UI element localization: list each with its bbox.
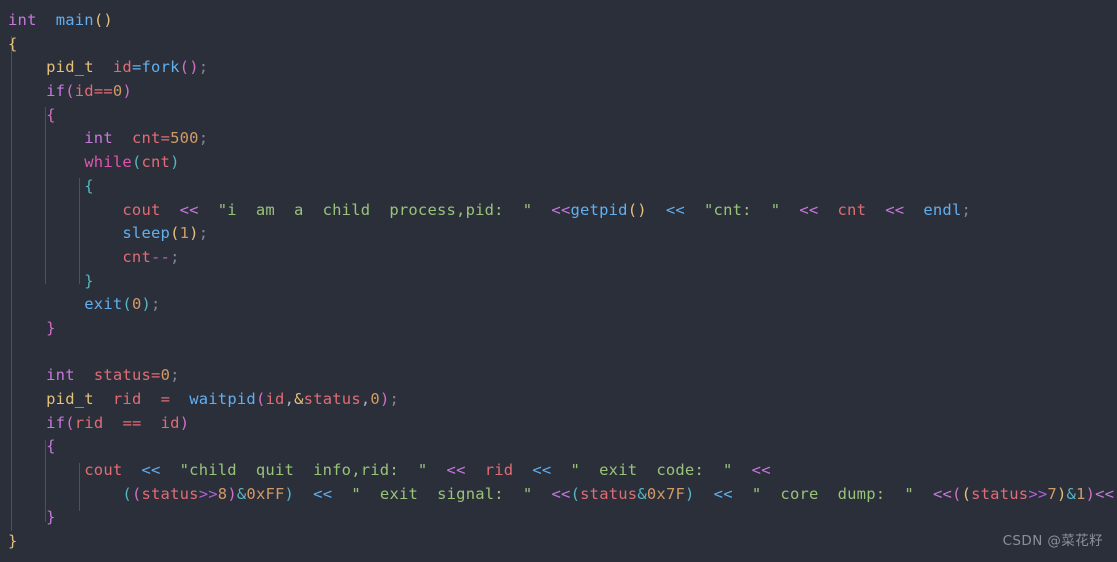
- code-line-19: {: [46, 437, 56, 456]
- code-editor[interactable]: int main() { pid_t id=fork(); if(id==0) …: [0, 0, 1117, 562]
- code-line-16: int status=0;: [46, 366, 180, 385]
- code-line-10: sleep(1);: [122, 224, 209, 243]
- code-line-8: {: [84, 176, 94, 195]
- code-line-6: int cnt=500;: [84, 129, 209, 148]
- code-content[interactable]: int main() { pid_t id=fork(); if(id==0) …: [0, 0, 1117, 554]
- code-line-7: while(cnt): [84, 153, 180, 172]
- code-line-21: ((status>>8)&0xFF) << " exit signal: " <…: [122, 484, 1115, 503]
- code-line-13: exit(0);: [84, 295, 161, 314]
- code-line-17: pid_t rid = waitpid(id,&status,0);: [46, 390, 400, 408]
- code-line-14: }: [46, 318, 56, 337]
- csdn-watermark: CSDN @菜花籽: [1002, 533, 1103, 550]
- code-line-11: cnt--;: [122, 247, 180, 266]
- code-line-20: cout << "child quit info,rid: " << rid <…: [84, 461, 771, 480]
- code-line-12: }: [84, 271, 94, 290]
- code-line-23: }: [8, 532, 18, 551]
- code-line-4: if(id==0): [46, 82, 133, 101]
- code-line-18: if(rid == id): [46, 413, 190, 432]
- code-line-9: cout << "i am a child process,pid: " <<g…: [122, 200, 972, 219]
- code-line-1: int main(): [8, 11, 113, 29]
- code-line-5: {: [46, 105, 56, 124]
- code-line-2: {: [8, 34, 18, 53]
- code-line-3: pid_t id=fork();: [46, 58, 209, 77]
- code-line-22: }: [46, 508, 56, 527]
